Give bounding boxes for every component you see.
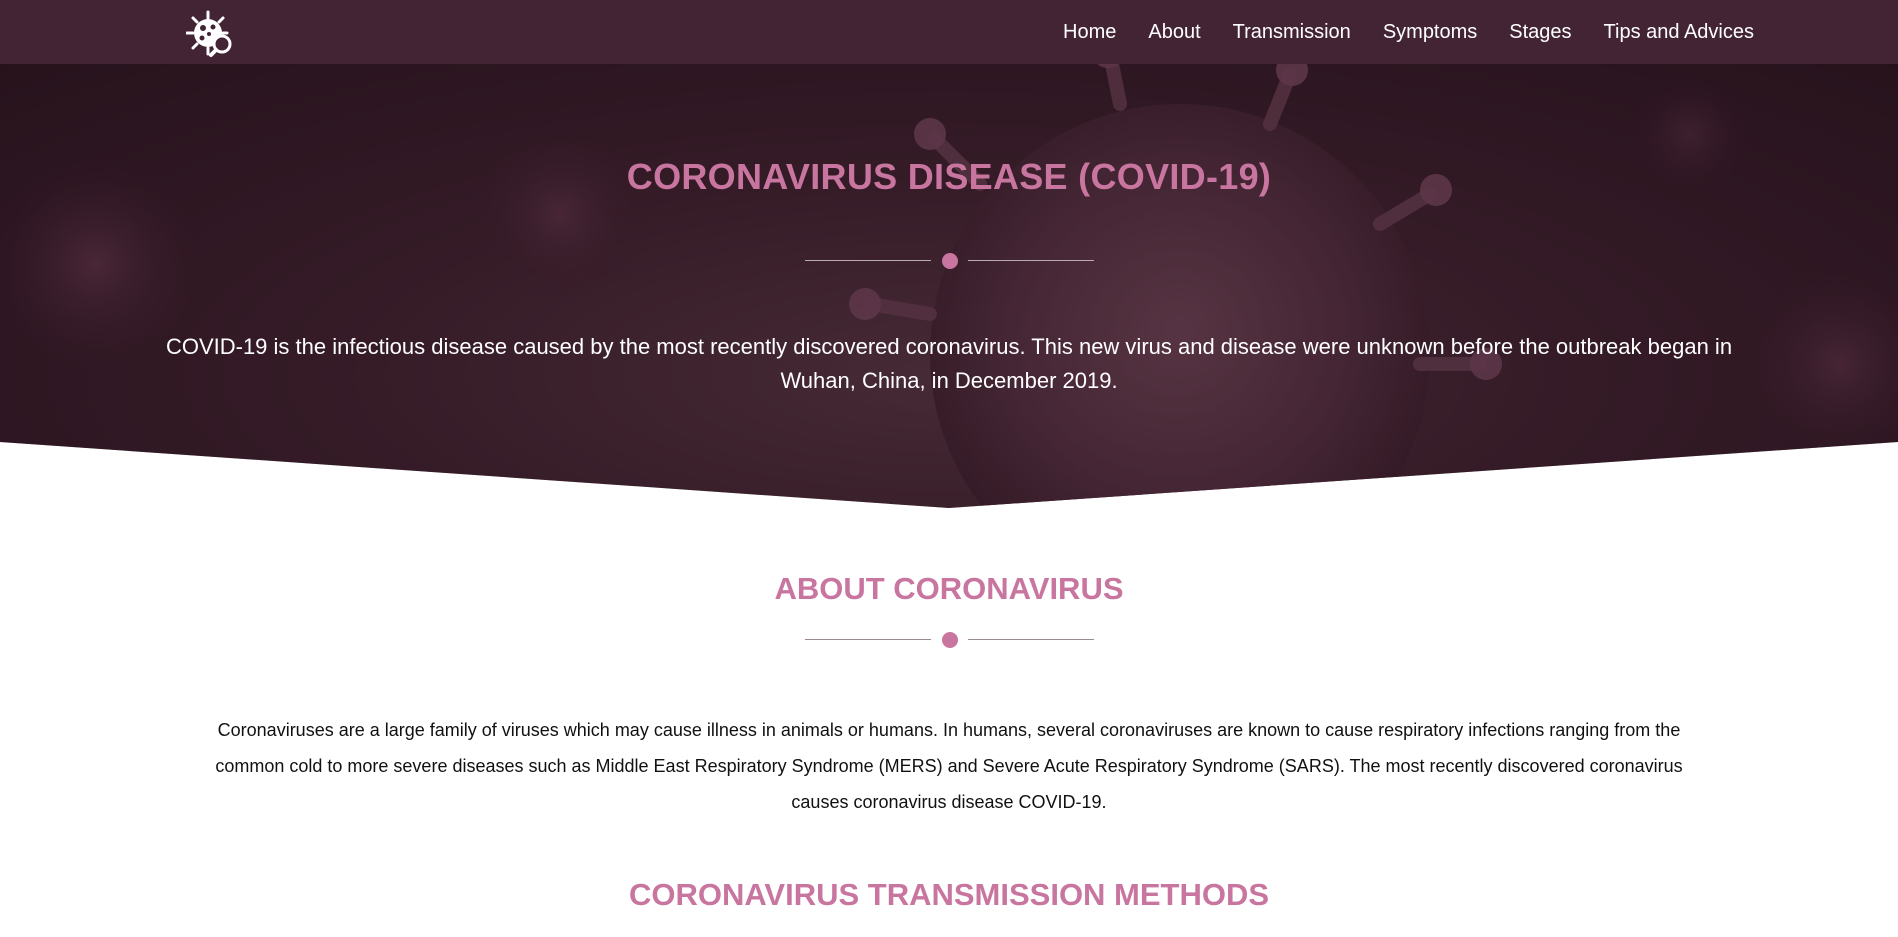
- nav-links: Home About Transmission Symptoms Stages …: [1063, 0, 1754, 64]
- nav-link-stages[interactable]: Stages: [1509, 0, 1571, 64]
- nav-link-about[interactable]: About: [1148, 0, 1200, 64]
- about-divider: [805, 631, 1094, 649]
- divider-dot: [942, 253, 958, 269]
- nav-link-tips[interactable]: Tips and Advices: [1604, 0, 1754, 64]
- nav-link-symptoms[interactable]: Symptoms: [1383, 0, 1477, 64]
- transmission-section-title: CORONAVIRUS TRANSMISSION METHODS: [628, 877, 1270, 912]
- nav-link-transmission[interactable]: Transmission: [1233, 0, 1351, 64]
- divider-line-right: [968, 260, 1094, 261]
- divider-line-left: [805, 639, 931, 640]
- hero-divider: [805, 252, 1094, 270]
- virus-search-icon[interactable]: [185, 9, 238, 59]
- hero-overlay: [0, 64, 1898, 508]
- nav-link-home[interactable]: Home: [1063, 0, 1116, 64]
- hero-description: COVID-19 is the infectious disease cause…: [165, 334, 1733, 393]
- divider-line-left: [805, 260, 931, 261]
- hero-section: CORONAVIRUS DISEASE (COVID-19) COVID-19 …: [0, 64, 1898, 508]
- divider-line-right: [968, 639, 1094, 640]
- navbar: Home About Transmission Symptoms Stages …: [0, 0, 1898, 64]
- about-section-title: ABOUT CORONAVIRUS: [774, 571, 1124, 606]
- about-description: Coronaviruses are a large family of viru…: [215, 720, 1683, 812]
- hero-title: CORONAVIRUS DISEASE (COVID-19): [626, 156, 1272, 197]
- divider-dot: [942, 632, 958, 648]
